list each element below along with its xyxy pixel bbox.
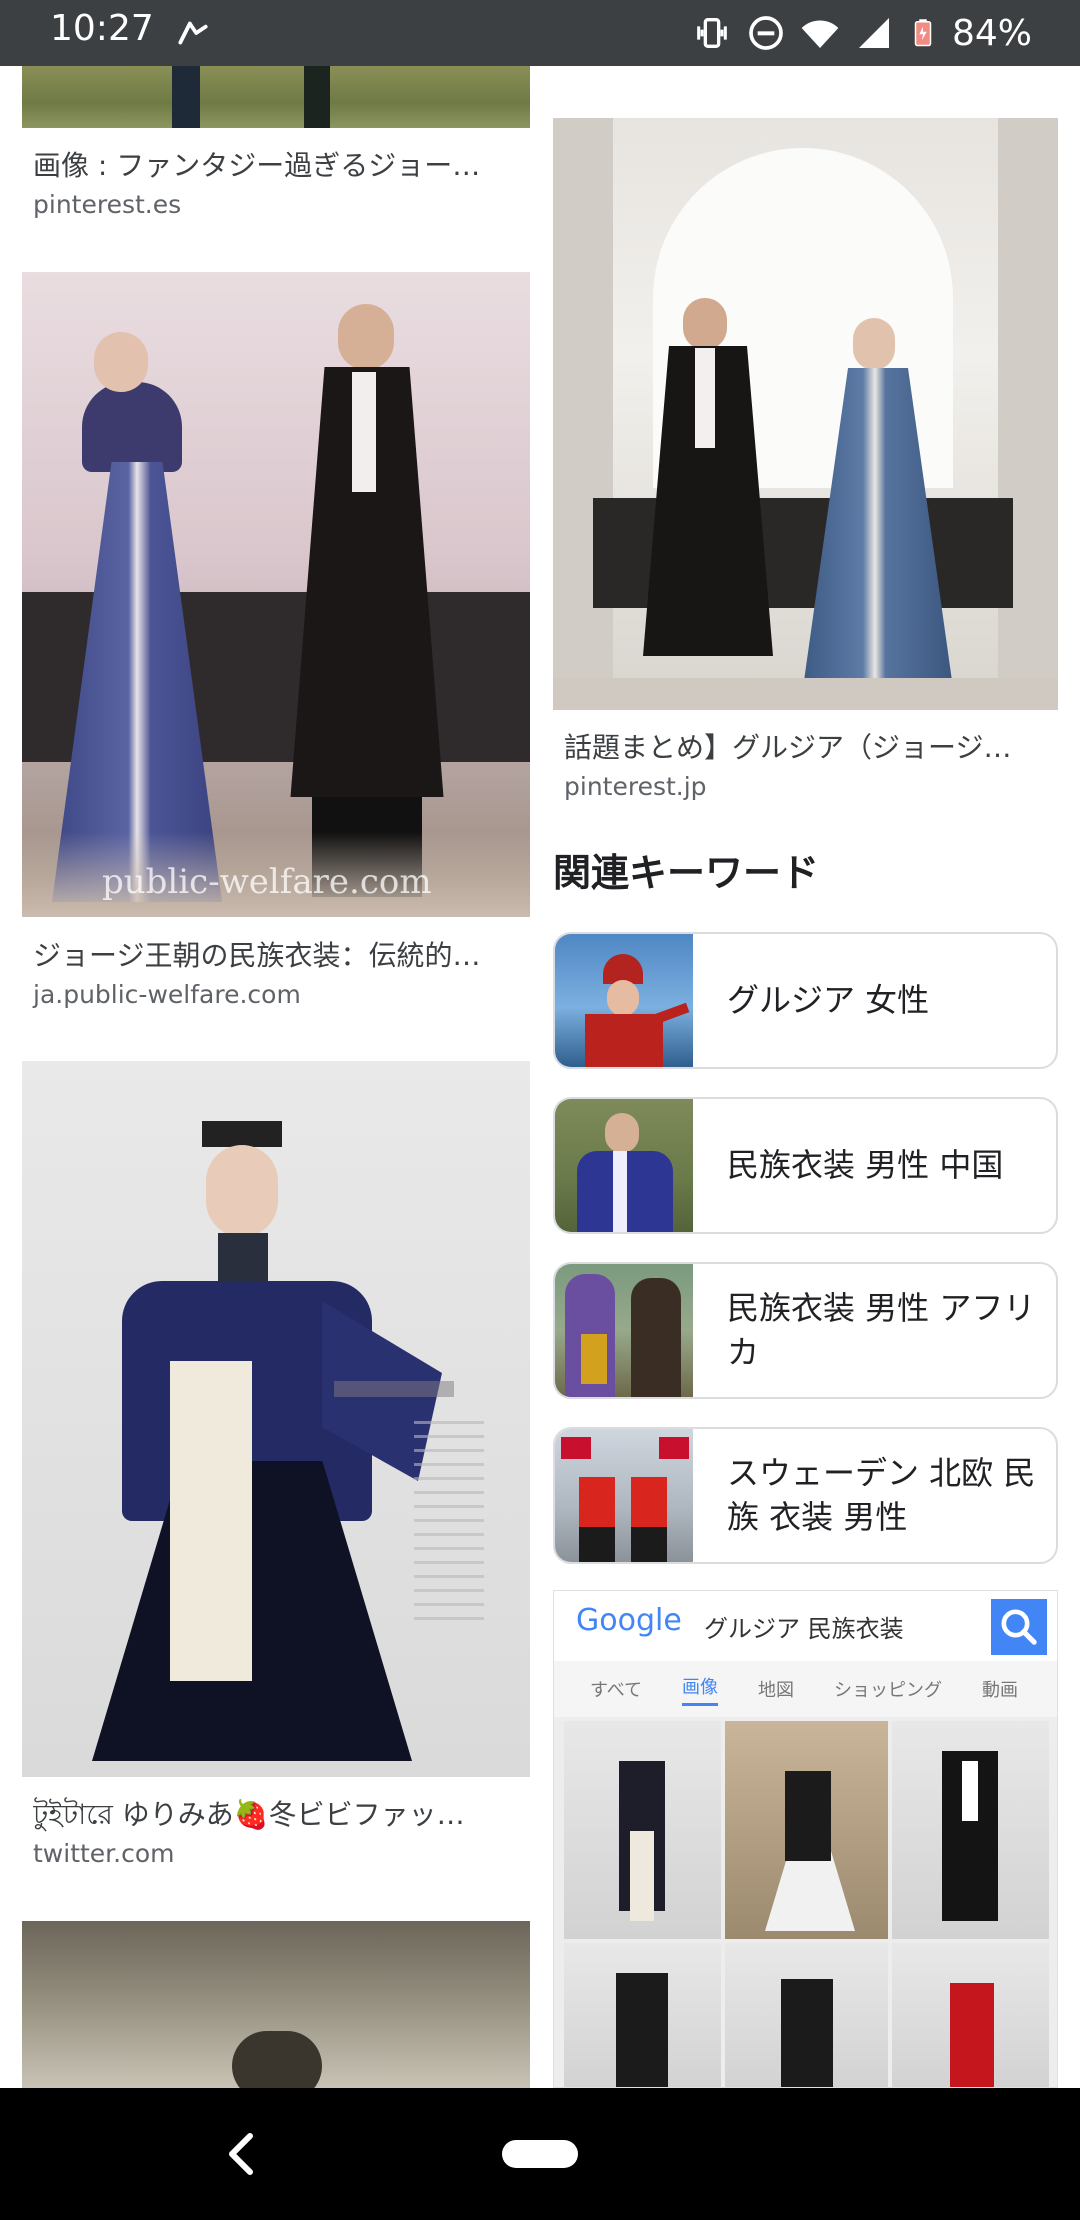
related-keyword-label: スウェーデン 北欧 民族 衣装 男性 [727,1454,1036,1536]
battery-percentage: 84% [951,12,1032,54]
embedded-search-bar: Google グルジア 民族衣装 [554,1591,1057,1662]
status-bar: 10:27 84% [0,0,1080,66]
wifi-icon [801,20,839,48]
system-nav-bar [0,2088,1080,2220]
embedded-tab: 動画 [982,1680,1019,1701]
embedded-tabs: すべて 画像 地図 ショッピング 動画 [554,1661,1057,1717]
image-watermark: public-welfare.com [102,862,432,902]
related-keyword-1[interactable]: グルジア 女性 [553,932,1058,1069]
result-source-right-1: pinterest.jp [564,772,707,801]
embedded-tab: すべて [590,1680,643,1701]
related-keyword-2[interactable]: 民族衣装 男性 中国 [553,1097,1058,1234]
status-time: 10:27 [50,8,154,49]
embedded-tab: ショッピング [834,1680,943,1701]
related-keyword-thumbnail [555,934,693,1067]
embedded-search-query: グルジア 民族衣装 [704,1615,904,1643]
embedded-image [725,1943,888,2087]
result-source-1: pinterest.es [33,190,182,219]
result-image-2[interactable]: public-welfare.com [22,272,530,917]
result-caption-3[interactable]: টুইটারে ゆりみあ🍓冬ビビファッ… [33,1793,523,1840]
signal-icon [858,18,889,48]
navigation-arrow-icon [178,21,208,45]
result-image-3[interactable] [22,1061,530,1777]
related-keyword-label: グルジア 女性 [727,980,930,1019]
do-not-disturb-icon [749,16,783,50]
result-caption-1[interactable]: 画像 : ファンタジー過ぎるジョー… [33,144,523,184]
result-image-right-1[interactable] [553,118,1058,710]
related-keyword-4[interactable]: スウェーデン 北欧 民族 衣装 男性 [553,1427,1058,1564]
result-image-4[interactable] [22,1921,530,2088]
embedded-tab: 地図 [758,1680,795,1701]
result-source-3: twitter.com [33,1839,175,1868]
battery-icon [914,19,932,47]
related-keyword-label: 民族衣装 男性 中国 [727,1145,1004,1184]
home-pill-button[interactable] [502,2140,578,2168]
back-icon[interactable] [222,2130,262,2178]
related-keyword-thumbnail [555,1099,693,1232]
related-keyword-thumbnail [555,1429,693,1562]
result-caption-2[interactable]: ジョージ王朝の民族衣装：伝統的… [33,934,523,974]
related-keywords-title: 関連キーワード [553,851,820,895]
embedded-google-logo: Google [576,1603,682,1638]
result-source-2: ja.public-welfare.com [33,980,301,1009]
result-image-1[interactable] [22,66,530,128]
vibrate-icon [697,18,727,48]
embedded-image [725,1721,888,1939]
status-icons: 84% [692,6,1032,60]
related-keyword-label: 民族衣装 男性 アフリカ [727,1289,1036,1371]
embedded-image [892,1943,1049,2087]
embedded-image [564,1943,721,2087]
embedded-image [564,1721,721,1939]
related-keyword-thumbnail [555,1264,693,1397]
embedded-tab-active: 画像 [682,1673,719,1706]
result-caption-right-1[interactable]: 話題まとめ】グルジア（ジョージ… [564,726,1054,766]
result-image-right-2[interactable]: Google グルジア 民族衣装 すべて 画像 地図 ショッピング 動画 [553,1590,1058,2088]
embedded-image [892,1721,1049,1939]
related-keyword-3[interactable]: 民族衣装 男性 アフリカ [553,1262,1058,1399]
embedded-search-icon [991,1599,1047,1655]
